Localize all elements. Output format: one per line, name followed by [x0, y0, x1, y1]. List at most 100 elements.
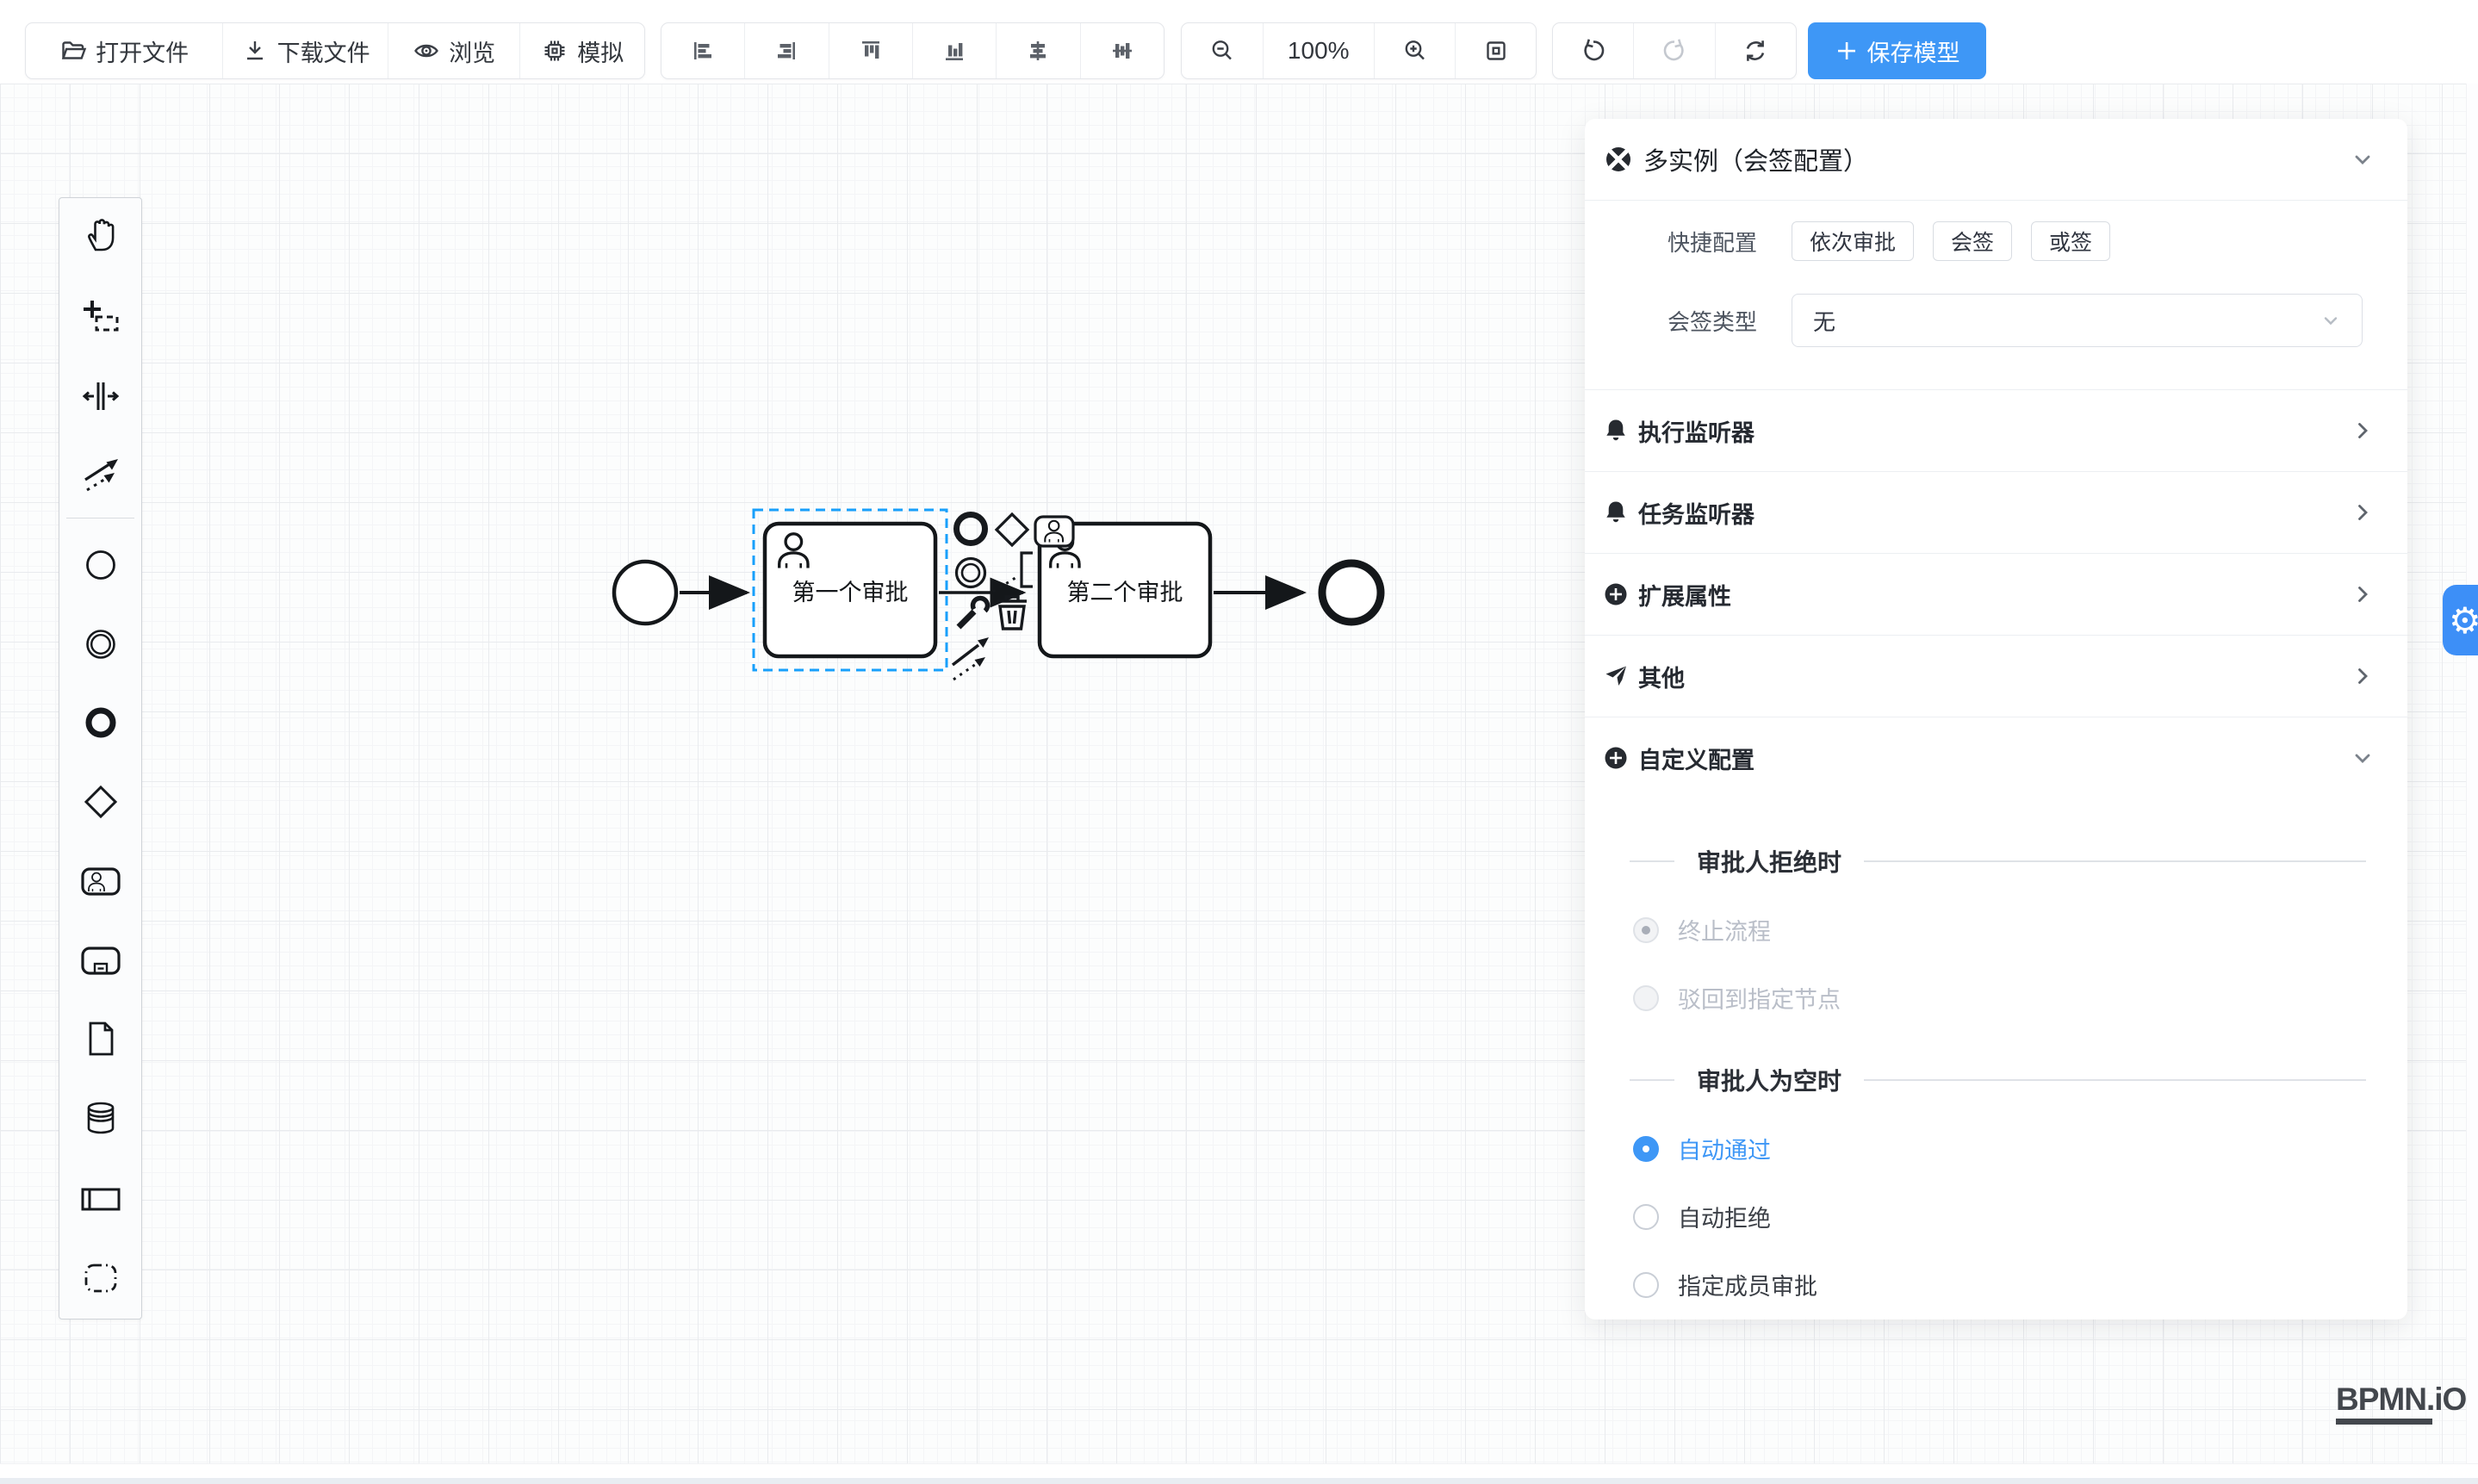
start-event-icon	[80, 544, 121, 586]
zoom-out-button[interactable]	[1182, 23, 1264, 78]
create-data-store[interactable]	[78, 1096, 123, 1140]
section-extended-properties[interactable]: 扩展属性	[1585, 553, 2407, 635]
end-event[interactable]	[1322, 563, 1381, 622]
create-participant-pool[interactable]	[78, 1177, 123, 1221]
task-label: 第二个审批	[1067, 580, 1183, 605]
align-tool-group	[661, 22, 1164, 79]
data-store-icon	[80, 1097, 121, 1139]
append-intermediate-event-icon[interactable]	[957, 559, 985, 587]
connection-tool-icon	[80, 454, 121, 495]
align-center-horizontal-button[interactable]	[997, 23, 1080, 78]
settings-side-tab[interactable]: ⚙	[2443, 585, 2478, 655]
redo-button[interactable]	[1634, 23, 1715, 78]
align-middle-vertical-button[interactable]	[1081, 23, 1164, 78]
subprocess-icon	[78, 938, 123, 983]
connection-tool[interactable]	[78, 452, 123, 497]
zoom-in-icon	[1401, 37, 1429, 65]
radio-assign-member[interactable]: 指定成员审批	[1585, 1251, 2407, 1319]
create-gateway[interactable]	[78, 779, 123, 824]
zoom-in-button[interactable]	[1375, 23, 1456, 78]
undo-button[interactable]	[1553, 23, 1634, 78]
gear-icon: ⚙	[2449, 599, 2478, 642]
radio-label: 终止流程	[1678, 913, 1771, 947]
section-task-listener[interactable]: 任务监听器	[1585, 471, 2407, 553]
radio-terminate-process[interactable]: 终止流程	[1585, 896, 2407, 964]
fit-viewport-button[interactable]	[1456, 23, 1536, 78]
plus-circle-icon	[1602, 744, 1630, 772]
gateway-icon	[80, 781, 121, 823]
file-tool-group: 打开文件 下载文件 浏览	[25, 22, 645, 79]
align-left-button[interactable]	[661, 23, 745, 78]
bell-icon	[1602, 417, 1630, 444]
connect-tool-icon[interactable]	[953, 637, 989, 680]
download-file-button[interactable]: 下载文件	[223, 23, 388, 78]
hand-tool[interactable]	[78, 212, 123, 257]
intermediate-event-icon	[80, 624, 121, 665]
create-start-event[interactable]	[78, 543, 123, 587]
create-end-event[interactable]	[78, 700, 123, 745]
preview-label: 浏览	[449, 34, 495, 68]
participant-pool-icon	[78, 1177, 123, 1221]
align-right-button[interactable]	[745, 23, 829, 78]
user-task-1[interactable]: 第一个审批	[765, 524, 935, 656]
delete-trash-icon[interactable]	[997, 597, 1027, 629]
space-tool[interactable]	[78, 374, 123, 419]
start-event[interactable]	[614, 562, 676, 624]
radio-icon	[1633, 917, 1659, 943]
create-data-object[interactable]	[78, 1016, 123, 1061]
radio-return-to-node[interactable]: 驳回到指定节点	[1585, 964, 2407, 1032]
download-file-label: 下载文件	[277, 34, 370, 68]
lasso-tool-icon	[80, 296, 121, 338]
section-label: 自定义配置	[1638, 742, 1754, 775]
chevron-right-icon	[2351, 500, 2375, 525]
section-custom-config[interactable]: 自定义配置	[1585, 717, 2407, 798]
preview-button[interactable]: 浏览	[388, 23, 521, 78]
section-execution-listener[interactable]: 执行监听器	[1585, 389, 2407, 471]
append-gateway-icon[interactable]	[997, 514, 1028, 545]
append-text-annotation-icon[interactable]	[993, 553, 1033, 592]
empty-title-text: 审批人为空时	[1697, 1063, 1841, 1097]
eye-icon	[413, 37, 440, 65]
sequential-approval-button[interactable]: 依次审批	[1792, 221, 1914, 261]
radio-label: 驳回到指定节点	[1678, 981, 1841, 1015]
align-middle-vertical-icon	[1109, 37, 1136, 65]
chevron-down-icon[interactable]	[2351, 147, 2375, 171]
chevron-down-icon	[2320, 310, 2341, 331]
simulate-button[interactable]: 模拟	[520, 23, 644, 78]
save-model-button[interactable]: 保存模型	[1808, 22, 1986, 79]
create-group[interactable]	[78, 1256, 123, 1301]
radio-auto-reject[interactable]: 自动拒绝	[1585, 1183, 2407, 1251]
top-toolbar: 打开文件 下载文件 浏览	[0, 0, 2478, 84]
create-user-task[interactable]	[78, 859, 123, 903]
empty-group-title: 审批人为空时	[1585, 1054, 2407, 1106]
chevron-right-icon	[2351, 419, 2375, 443]
refresh-button[interactable]	[1716, 23, 1796, 78]
section-other[interactable]: 其他	[1585, 635, 2407, 717]
radio-icon	[1633, 1272, 1659, 1298]
align-center-horizontal-icon	[1024, 37, 1052, 65]
section-label: 任务监听器	[1638, 496, 1754, 530]
or-sign-button[interactable]: 或签	[2031, 221, 2110, 261]
radio-auto-pass[interactable]: 自动通过	[1585, 1115, 2407, 1183]
lasso-tool[interactable]	[78, 295, 123, 339]
sign-type-select[interactable]: 无	[1792, 294, 2363, 347]
append-user-task-icon[interactable]	[1035, 517, 1073, 546]
plus-icon	[1835, 39, 1859, 63]
hand-tool-icon	[81, 214, 121, 254]
countersign-button[interactable]: 会签	[1933, 221, 2012, 261]
align-top-button[interactable]	[829, 23, 913, 78]
append-end-event-icon[interactable]	[957, 515, 985, 543]
change-element-wrench-icon[interactable]	[959, 595, 991, 627]
zoom-level-indicator[interactable]: 100%	[1264, 23, 1375, 78]
zoom-level-value: 100%	[1288, 37, 1350, 65]
multi-instance-header[interactable]: 多实例（会签配置）	[1585, 119, 2407, 201]
simulate-label: 模拟	[577, 34, 624, 68]
align-bottom-button[interactable]	[913, 23, 997, 78]
align-top-icon	[857, 37, 885, 65]
bpmn-io-logo[interactable]: BPMN.iO	[2336, 1382, 2466, 1425]
create-intermediate-event[interactable]	[78, 622, 123, 667]
create-subprocess[interactable]	[78, 938, 123, 983]
align-right-icon	[773, 37, 800, 65]
open-file-button[interactable]: 打开文件	[26, 23, 223, 78]
zoom-out-icon	[1208, 37, 1236, 65]
